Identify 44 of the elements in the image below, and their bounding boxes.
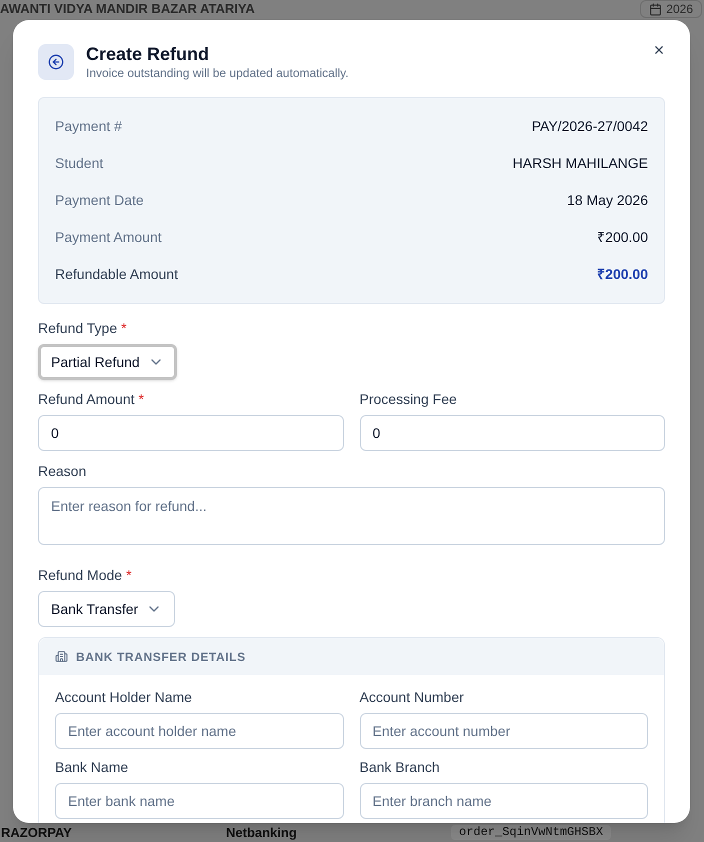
summary-value: PAY/2026-27/0042 bbox=[532, 117, 648, 136]
amount-input[interactable]: 0 bbox=[38, 415, 344, 451]
summary-value: ₹200.00 bbox=[597, 228, 648, 247]
select-dropdown[interactable]: Partial Refund bbox=[38, 344, 177, 380]
field-label: Reason bbox=[38, 462, 86, 480]
gateway-text: RAZORPAY bbox=[1, 825, 73, 840]
building-icon bbox=[55, 650, 68, 663]
section-title: BANK TRANSFER DETAILS bbox=[76, 648, 246, 666]
field-label: Refund Amount bbox=[38, 390, 135, 408]
summary-value: ₹200.00 bbox=[597, 265, 648, 284]
field-label: Bank Branch bbox=[360, 758, 440, 776]
summary-label: Payment Date bbox=[55, 191, 144, 210]
field-label: Bank Name bbox=[55, 758, 128, 776]
required-asterisk: * bbox=[121, 318, 127, 338]
field-label: Account Holder Name bbox=[55, 688, 192, 706]
text-input[interactable]: Enter branch name bbox=[360, 783, 648, 819]
text-input[interactable]: Enter bank name bbox=[55, 783, 344, 819]
back-icon-tile[interactable] bbox=[38, 44, 74, 80]
field-label: Account Number bbox=[360, 688, 464, 706]
reason-textarea[interactable]: Enter reason for refund... bbox=[38, 487, 665, 545]
amount-input[interactable]: 0 bbox=[360, 415, 665, 451]
field-label: Processing Fee bbox=[360, 390, 457, 409]
school-name: AWANTI VIDYA MANDIR BAZAR ATARIYA bbox=[0, 1, 255, 16]
field-label: Refund Type bbox=[38, 318, 118, 338]
order-id: order_SqinVwNtmGHSBX bbox=[451, 825, 612, 840]
field-label: Refund Mode bbox=[38, 566, 122, 584]
text-input[interactable]: Enter account holder name bbox=[55, 713, 344, 749]
summary-label: Student bbox=[55, 154, 104, 173]
dialog-subtitle: Invoice outstanding will be updated automatically. bbox=[86, 65, 349, 81]
select-dropdown[interactable]: Bank Transfer bbox=[38, 591, 176, 627]
calendar-icon bbox=[649, 2, 662, 16]
arrow-left-circle-icon bbox=[48, 54, 64, 70]
date-chip[interactable]: 2026 bbox=[640, 0, 702, 18]
summary-value: 18 May 2026 bbox=[567, 191, 648, 210]
summary-value: HARSH MAHILANGE bbox=[512, 154, 648, 173]
summary-label: Refundable Amount bbox=[55, 265, 178, 284]
close-button[interactable]: × bbox=[649, 40, 669, 60]
text-input[interactable]: Enter account number bbox=[360, 713, 648, 749]
summary-label: Payment # bbox=[55, 117, 122, 136]
required-asterisk: * bbox=[138, 390, 144, 408]
dialog-title: Create Refund bbox=[86, 43, 210, 65]
required-asterisk: * bbox=[126, 566, 132, 584]
summary-label: Payment Amount bbox=[55, 228, 162, 247]
method-text: Netbanking bbox=[226, 825, 298, 840]
